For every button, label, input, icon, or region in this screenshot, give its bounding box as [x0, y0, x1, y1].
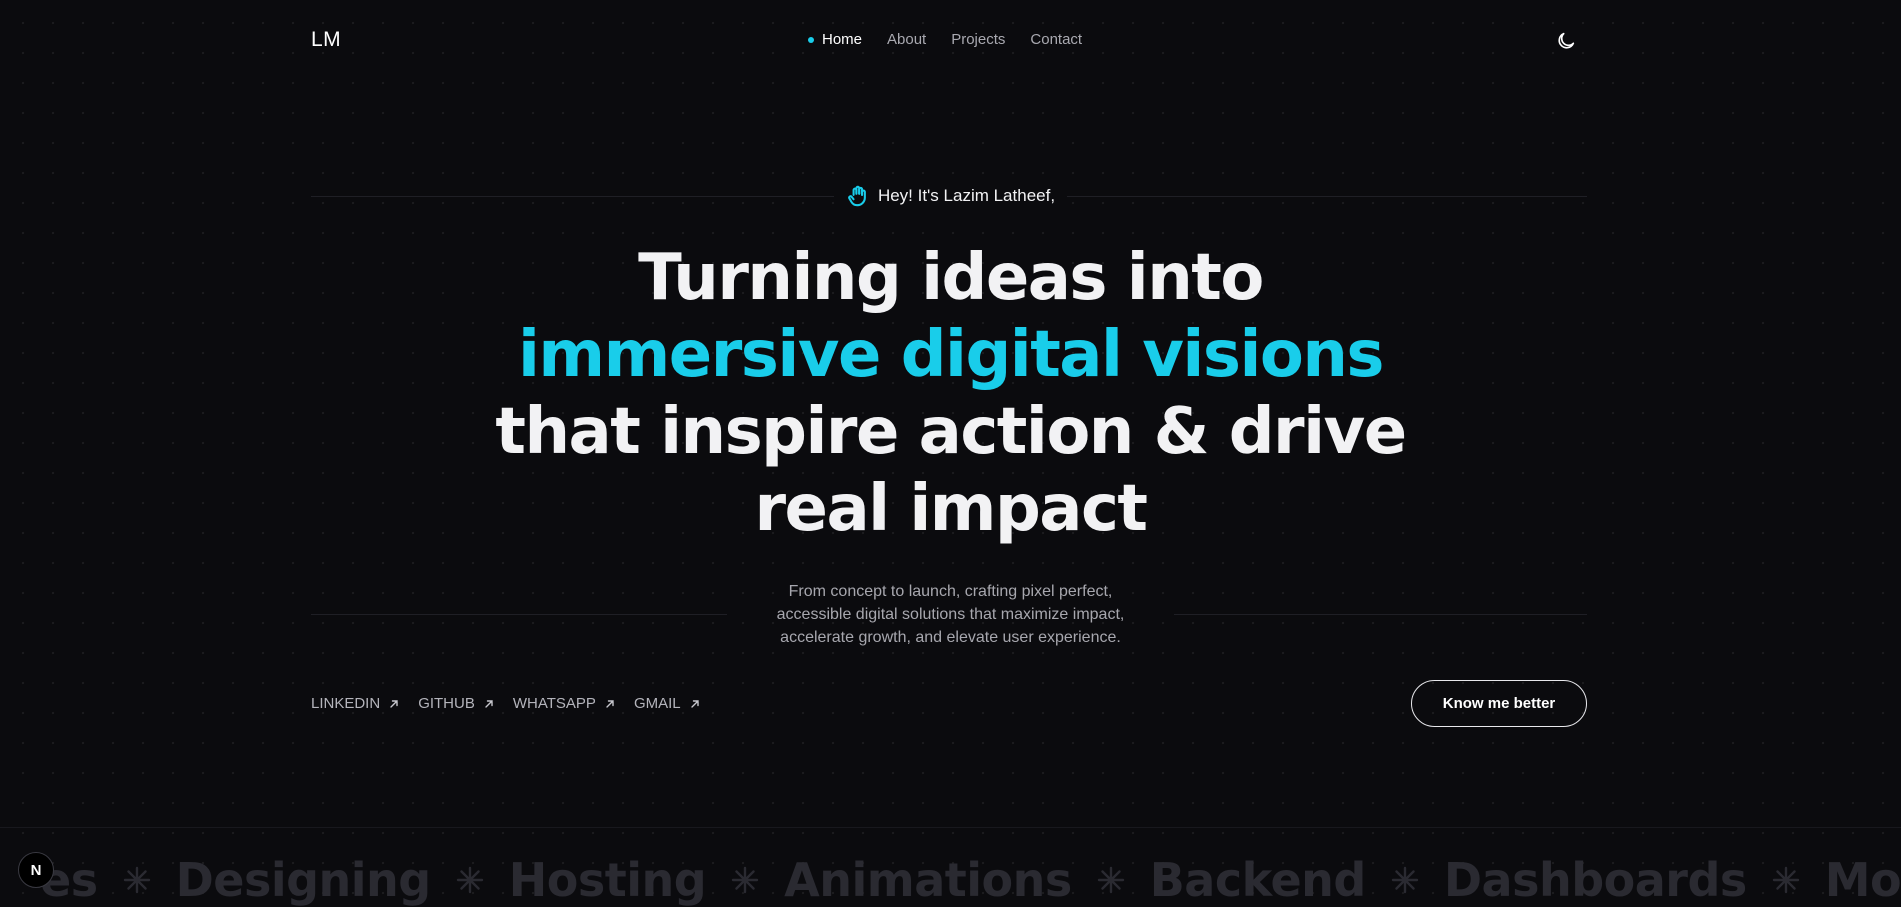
- social-link-gmail[interactable]: GMAIL: [634, 695, 701, 712]
- description-line-2: accessible digital solutions that maximi…: [776, 606, 1125, 623]
- marquee-divider: [0, 827, 1901, 828]
- description-line-3: accelerate growth, and elevate user expe…: [780, 629, 1121, 646]
- logo[interactable]: LM: [311, 28, 341, 52]
- page: LM Home About Projects Contact Hey! It's…: [0, 0, 1901, 907]
- asterisk-icon: [1097, 866, 1124, 894]
- headline-line-1: Turning ideas into: [638, 241, 1264, 315]
- marquee-word: Hosting: [508, 853, 707, 907]
- skills-marquee: es Designing Hosting Animations Backend …: [0, 853, 1901, 907]
- nav-item-projects[interactable]: Projects: [951, 31, 1005, 48]
- theme-toggle-button[interactable]: [1555, 30, 1577, 52]
- social-link-linkedin[interactable]: LINKEDIN: [311, 695, 400, 712]
- waving-hand-icon: [848, 185, 866, 207]
- asterisk-icon: [1391, 866, 1419, 894]
- headline-line-4: real impact: [754, 472, 1148, 546]
- social-link-label: GITHUB: [418, 695, 475, 712]
- nav-item-label: Contact: [1030, 31, 1083, 48]
- headline-line-3: that inspire action & drive: [495, 395, 1407, 469]
- asterisk-icon: [123, 866, 150, 894]
- dev-tools-badge[interactable]: N: [18, 852, 54, 888]
- social-link-whatsapp[interactable]: WHATSAPP: [513, 695, 616, 712]
- marquee-word: Designing: [175, 853, 432, 907]
- marquee-word: Animations: [784, 853, 1072, 907]
- social-links: LINKEDIN GITHUB WHATSAPP GMAIL: [311, 695, 701, 712]
- asterisk-icon: [731, 866, 759, 894]
- greeting: Hey! It's Lazim Latheef,: [0, 183, 1901, 209]
- greeting-text: Hey! It's Lazim Latheef,: [877, 186, 1056, 205]
- nav-item-label: Projects: [951, 31, 1006, 48]
- marquee-word: Dashboards: [1443, 853, 1747, 907]
- marquee-word: Mo: [1824, 853, 1901, 907]
- arrow-up-right-icon: [606, 699, 614, 708]
- arrow-up-right-icon: [690, 699, 699, 708]
- nav-item-about[interactable]: About: [887, 31, 926, 48]
- social-link-label: WHATSAPP: [512, 695, 596, 712]
- hero-description: From concept to launch, crafting pixel p…: [0, 580, 1901, 649]
- social-link-github[interactable]: GITHUB: [418, 695, 495, 712]
- arrow-up-right-icon: [390, 699, 398, 708]
- nav-item-label: Home: [822, 31, 863, 48]
- hero-headline: Turning ideas into immersive digital vis…: [0, 240, 1901, 548]
- nav-item-label: About: [887, 31, 927, 48]
- description-line-1: From concept to launch, crafting pixel p…: [788, 583, 1113, 600]
- moon-icon: [1558, 32, 1575, 49]
- main-nav: Home About Projects Contact: [808, 31, 1107, 48]
- know-me-better-button[interactable]: Know me better: [1411, 680, 1587, 727]
- asterisk-icon: [456, 866, 483, 894]
- marquee-word: Backend: [1149, 853, 1367, 907]
- social-link-label: GMAIL: [633, 695, 681, 712]
- asterisk-icon: [1772, 866, 1799, 894]
- active-dot-icon: [808, 36, 814, 43]
- social-link-label: LINKEDIN: [311, 695, 381, 712]
- nav-item-contact[interactable]: Contact: [1030, 31, 1082, 48]
- headline-line-2-accent: immersive digital visions: [517, 318, 1385, 392]
- nav-item-home[interactable]: Home: [808, 31, 862, 48]
- arrow-up-right-icon: [485, 699, 493, 708]
